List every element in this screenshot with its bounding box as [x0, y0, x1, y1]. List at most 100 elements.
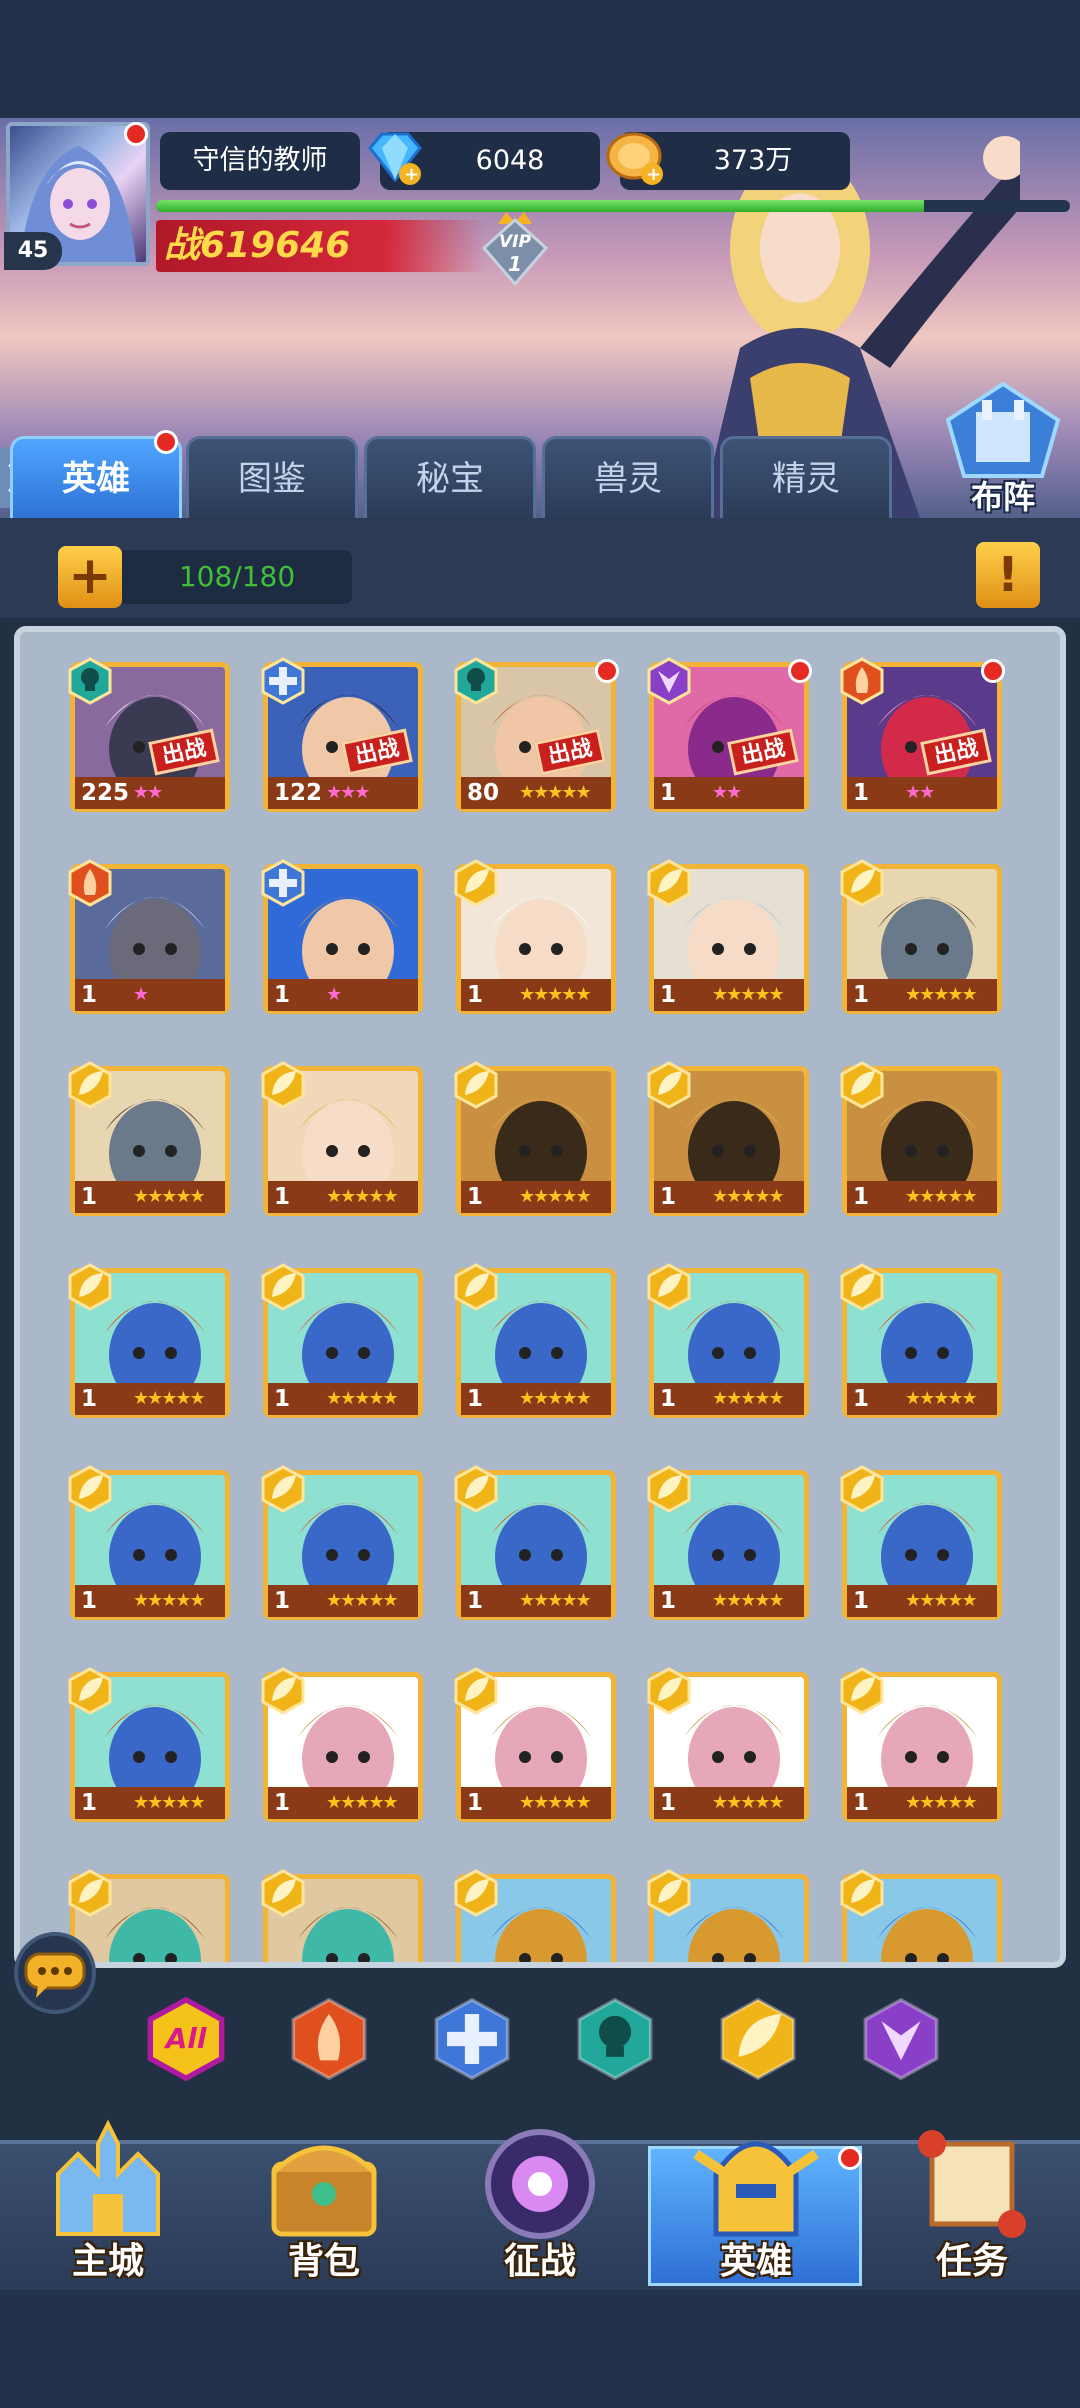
- hero-card[interactable]: 1 ★★★★★: [454, 859, 616, 1014]
- hero-card[interactable]: 1 ★★★★★: [454, 1263, 616, 1418]
- hero-card[interactable]: 1 ★★★★★: [68, 1667, 230, 1822]
- hero-level: 1: [75, 1383, 133, 1415]
- nav-chest-button[interactable]: 背包: [216, 2114, 432, 2290]
- hero-card[interactable]: 1 ★★★★★: [454, 1061, 616, 1216]
- hero-faction-leaf-icon: [840, 859, 884, 907]
- hero-faction-leaf-icon: [840, 1263, 884, 1311]
- hero-card[interactable]: 80 ★★★★★ 出战: [454, 657, 619, 812]
- hero-card[interactable]: 1 ★★★★★: [647, 1061, 809, 1216]
- hero-card[interactable]: [647, 1869, 809, 1962]
- hero-card[interactable]: [840, 1869, 1002, 1962]
- player-name[interactable]: 守信的教师: [160, 132, 360, 190]
- hero-faction-skull-icon: [68, 657, 112, 705]
- hero-level: 1: [268, 1181, 326, 1213]
- hero-card[interactable]: 1 ★★★★★: [647, 1465, 809, 1620]
- filter-purple-button[interactable]: [860, 1994, 942, 2084]
- hero-grid: 225 ★★ 出战 122 ★★★ 出战 80 ★★★★★ 出战 1 ★★ 出战 1 ★★ 出战 1 ★ 1 ★ 1 ★…: [68, 657, 1050, 1962]
- filter-skull-button[interactable]: [574, 1994, 656, 2084]
- hero-card[interactable]: 1 ★★★★★: [68, 1465, 230, 1620]
- hero-faction-leaf-icon: [454, 1263, 498, 1311]
- add-slots-button[interactable]: +: [58, 546, 122, 608]
- exclamation-icon: !: [997, 547, 1019, 603]
- nav-helmet-button[interactable]: 英雄: [648, 2114, 864, 2290]
- hero-card[interactable]: 1 ★★★★★: [68, 1061, 230, 1216]
- hero-faction-leaf-icon: [68, 1465, 112, 1513]
- hero-stars: ★★★★★: [133, 1787, 225, 1819]
- hero-level: 1: [654, 1181, 712, 1213]
- hero-card[interactable]: 1 ★★★★★: [840, 859, 1002, 1014]
- hero-faction-skull-icon: [454, 657, 498, 705]
- hero-card[interactable]: 1 ★★★★★: [647, 1263, 809, 1418]
- hero-faction-leaf-icon: [261, 1263, 305, 1311]
- hero-faction-leaf-icon: [647, 1667, 691, 1715]
- hero-stars: ★★★★★: [905, 1787, 997, 1819]
- hero-card[interactable]: 1 ★★ 出战: [647, 657, 812, 812]
- tab-treasure[interactable]: 秘宝: [364, 436, 536, 518]
- hero-card[interactable]: 1 ★★★★★: [840, 1465, 1002, 1620]
- nav-dragon-portal-button[interactable]: 征战: [432, 2114, 648, 2290]
- hero-stars: ★★★★★: [519, 1383, 611, 1415]
- hero-card[interactable]: 225 ★★ 出战: [68, 657, 230, 812]
- hero-stars: ★★★★★: [712, 1383, 804, 1415]
- tab-spirit[interactable]: 精灵: [720, 436, 892, 518]
- hero-faction-leaf-icon: [454, 1869, 498, 1917]
- hero-tabs: 英雄 图鉴 秘宝 兽灵 精灵: [0, 430, 1080, 518]
- filter-skull-icon: [577, 1997, 653, 2081]
- tab-treasure-label: 秘宝: [416, 459, 484, 499]
- hero-card[interactable]: 1 ★★★★★: [647, 1667, 809, 1822]
- hero-card[interactable]: 1 ★★★★★: [261, 1061, 423, 1216]
- hero-card[interactable]: 1 ★★★★★: [261, 1465, 423, 1620]
- tab-heroes-label: 英雄: [62, 459, 130, 499]
- tab-codex-label: 图鉴: [238, 459, 306, 499]
- hero-stars: ★★★★★: [905, 979, 997, 1011]
- hero-faction-cross-icon: [261, 859, 305, 907]
- hero-level: 1: [847, 1585, 905, 1617]
- scroll-icon: [918, 2130, 1026, 2238]
- hero-card[interactable]: 1 ★★★★★: [840, 1263, 1002, 1418]
- bottom-safe-area: [0, 2290, 1080, 2408]
- filter-all-button[interactable]: All: [145, 1994, 227, 2084]
- hero-level: 1: [75, 1181, 133, 1213]
- hero-card[interactable]: 1 ★★★★★: [68, 1263, 230, 1418]
- filter-fire-button[interactable]: [288, 1994, 370, 2084]
- hero-card[interactable]: 1 ★★★★★: [454, 1465, 616, 1620]
- hero-level: 1: [847, 1787, 905, 1819]
- hero-faction-fire-icon: [68, 859, 112, 907]
- hero-faction-leaf-icon: [647, 859, 691, 907]
- gem-counter[interactable]: + 6048: [368, 132, 600, 190]
- hero-card[interactable]: 1 ★★★★★: [261, 1667, 423, 1822]
- nav-label: 征战: [503, 2241, 576, 2282]
- nav-scroll-button[interactable]: 任务: [864, 2114, 1080, 2290]
- tab-beast-spirit[interactable]: 兽灵: [542, 436, 714, 518]
- hero-card[interactable]: 1 ★★★★★: [647, 859, 809, 1014]
- hero-card[interactable]: 1 ★★★★★: [840, 1061, 1002, 1216]
- hero-stars: ★★★★★: [905, 1181, 997, 1213]
- nav-castle-button[interactable]: 主城: [0, 2114, 216, 2290]
- hero-card[interactable]: 122 ★★★ 出战: [261, 657, 423, 812]
- hero-card[interactable]: 1 ★: [261, 859, 423, 1014]
- vip-badge[interactable]: VIP 1: [480, 210, 550, 287]
- hero-card[interactable]: [261, 1869, 423, 1962]
- svg-text:+: +: [404, 164, 419, 185]
- tab-beast-spirit-label: 兽灵: [594, 459, 662, 499]
- filter-leaf-button[interactable]: [717, 1994, 799, 2084]
- formation-button[interactable]: 布阵: [938, 380, 1068, 516]
- hero-faction-leaf-icon: [840, 1869, 884, 1917]
- hero-card[interactable]: 1 ★★★★★: [454, 1667, 616, 1822]
- hero-card[interactable]: [454, 1869, 616, 1962]
- info-button[interactable]: !: [976, 542, 1040, 608]
- filter-cross-button[interactable]: [431, 1994, 513, 2084]
- hero-level: 1: [654, 777, 712, 809]
- hero-card[interactable]: [68, 1869, 230, 1962]
- hero-stars: ★: [133, 979, 225, 1011]
- hero-level: 1: [268, 1383, 326, 1415]
- hero-card[interactable]: 1 ★★★★★: [261, 1263, 423, 1418]
- hero-faction-leaf-icon: [454, 859, 498, 907]
- gold-counter[interactable]: + 373万: [606, 132, 850, 190]
- hero-card[interactable]: 1 ★★ 出战: [840, 657, 1005, 812]
- hero-card[interactable]: 1 ★★★★★: [840, 1667, 1002, 1822]
- hero-stars: ★★★★★: [326, 1383, 418, 1415]
- tab-codex[interactable]: 图鉴: [186, 436, 358, 518]
- player-level: 45: [4, 232, 62, 270]
- hero-card[interactable]: 1 ★: [68, 859, 230, 1014]
